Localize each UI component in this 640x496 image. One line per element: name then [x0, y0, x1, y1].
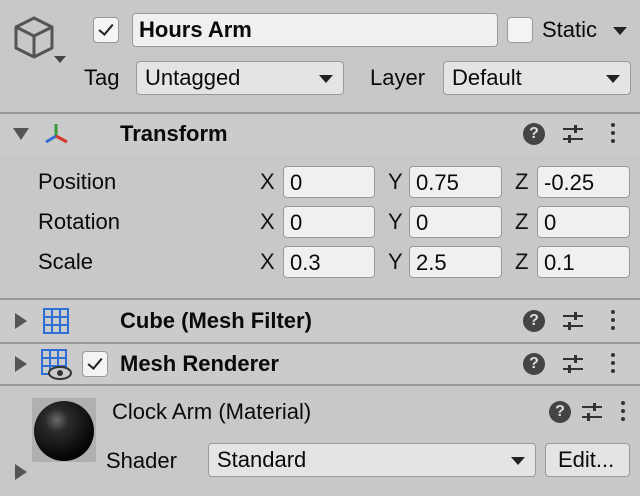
more-options-icon[interactable]: [620, 401, 626, 425]
shader-dropdown[interactable]: Standard: [208, 443, 536, 477]
axis-x-label[interactable]: X: [260, 166, 275, 198]
layer-label: Layer: [370, 65, 426, 90]
presets-icon[interactable]: [580, 401, 604, 423]
rotation-y-field[interactable]: 0: [409, 206, 502, 238]
component-title: Cube (Mesh Filter): [120, 308, 312, 333]
foldout-collapsed-icon[interactable]: [15, 313, 27, 329]
mesh-renderer-icon: [40, 348, 74, 380]
more-options-icon[interactable]: [610, 310, 616, 334]
axis-y-label[interactable]: Y: [388, 166, 403, 198]
chevron-down-icon: [319, 75, 333, 83]
presets-icon[interactable]: [561, 123, 585, 145]
rotation-row: Rotation X 0 Y 0 Z 0: [0, 206, 640, 240]
tag-value: Untagged: [145, 65, 241, 90]
foldout-collapsed-icon[interactable]: [15, 464, 27, 480]
static-label[interactable]: Static: [542, 14, 597, 46]
row-label: Rotation: [38, 209, 120, 234]
scale-row: Scale X 0.3 Y 2.5 Z 0.1: [0, 246, 640, 280]
row-label: Position: [38, 169, 117, 194]
static-dropdown-icon[interactable]: [613, 27, 627, 35]
position-row: Position X 0 Y 0.75 Z -0.25: [0, 166, 640, 200]
edit-shader-button[interactable]: Edit...: [545, 443, 630, 477]
axis-x-label[interactable]: X: [260, 246, 275, 278]
position-y-field[interactable]: 0.75: [409, 166, 502, 198]
scale-x-field[interactable]: 0.3: [283, 246, 375, 278]
transform-body: Position X 0 Y 0.75 Z -0.25 Rotation X 0…: [0, 154, 640, 298]
axis-z-label[interactable]: Z: [515, 246, 528, 278]
component-title: Mesh Renderer: [120, 351, 279, 376]
enabled-checkbox[interactable]: [82, 351, 108, 377]
foldout-collapsed-icon[interactable]: [15, 356, 27, 372]
help-icon[interactable]: ?: [523, 353, 545, 375]
material-title: Clock Arm (Material): [112, 399, 312, 424]
layer-value: Default: [452, 65, 522, 90]
axis-y-label[interactable]: Y: [388, 206, 403, 238]
material-preview[interactable]: [32, 398, 96, 462]
axis-z-label[interactable]: Z: [515, 206, 528, 238]
more-options-icon[interactable]: [610, 123, 616, 147]
help-icon[interactable]: ?: [523, 310, 545, 332]
rotation-z-field[interactable]: 0: [537, 206, 630, 238]
rotation-x-field[interactable]: 0: [283, 206, 375, 238]
check-icon: [98, 20, 114, 36]
layer-dropdown[interactable]: Default: [443, 61, 631, 95]
component-title: Transform: [120, 121, 228, 146]
shader-label: Shader: [106, 448, 177, 473]
row-label: Scale: [38, 249, 94, 274]
shader-value: Standard: [217, 447, 307, 472]
axis-z-label[interactable]: Z: [515, 166, 528, 198]
position-z-field[interactable]: -0.25: [537, 166, 630, 198]
transform-icon: [42, 120, 70, 148]
axis-y-label[interactable]: Y: [388, 246, 403, 278]
gameobject-header: Hours Arm Static Tag Untagged Layer Defa…: [0, 0, 640, 112]
static-checkbox[interactable]: [507, 17, 533, 43]
object-name-field[interactable]: Hours Arm: [132, 13, 498, 47]
chevron-down-icon: [511, 457, 525, 465]
tag-label: Tag: [84, 65, 120, 90]
axis-x-label[interactable]: X: [260, 206, 275, 238]
help-icon[interactable]: ?: [523, 123, 545, 145]
check-icon: [87, 354, 103, 370]
mesh-filter-header[interactable]: Cube (Mesh Filter) ?: [0, 300, 640, 342]
transform-header[interactable]: Transform ?: [0, 114, 640, 154]
active-checkbox[interactable]: [93, 17, 119, 43]
position-x-field[interactable]: 0: [283, 166, 375, 198]
help-icon[interactable]: ?: [549, 401, 571, 423]
presets-icon[interactable]: [561, 310, 585, 332]
scale-y-field[interactable]: 2.5: [409, 246, 502, 278]
foldout-expanded-icon[interactable]: [13, 128, 29, 140]
cube-icon[interactable]: [10, 14, 70, 70]
chevron-down-icon: [606, 75, 620, 83]
material-section: Clock Arm (Material) ? Shader Standard E…: [0, 386, 640, 496]
mesh-renderer-header[interactable]: Mesh Renderer ?: [0, 344, 640, 384]
presets-icon[interactable]: [561, 353, 585, 375]
mesh-grid-icon: [42, 307, 70, 335]
tag-dropdown[interactable]: Untagged: [136, 61, 344, 95]
more-options-icon[interactable]: [610, 353, 616, 377]
scale-z-field[interactable]: 0.1: [537, 246, 630, 278]
